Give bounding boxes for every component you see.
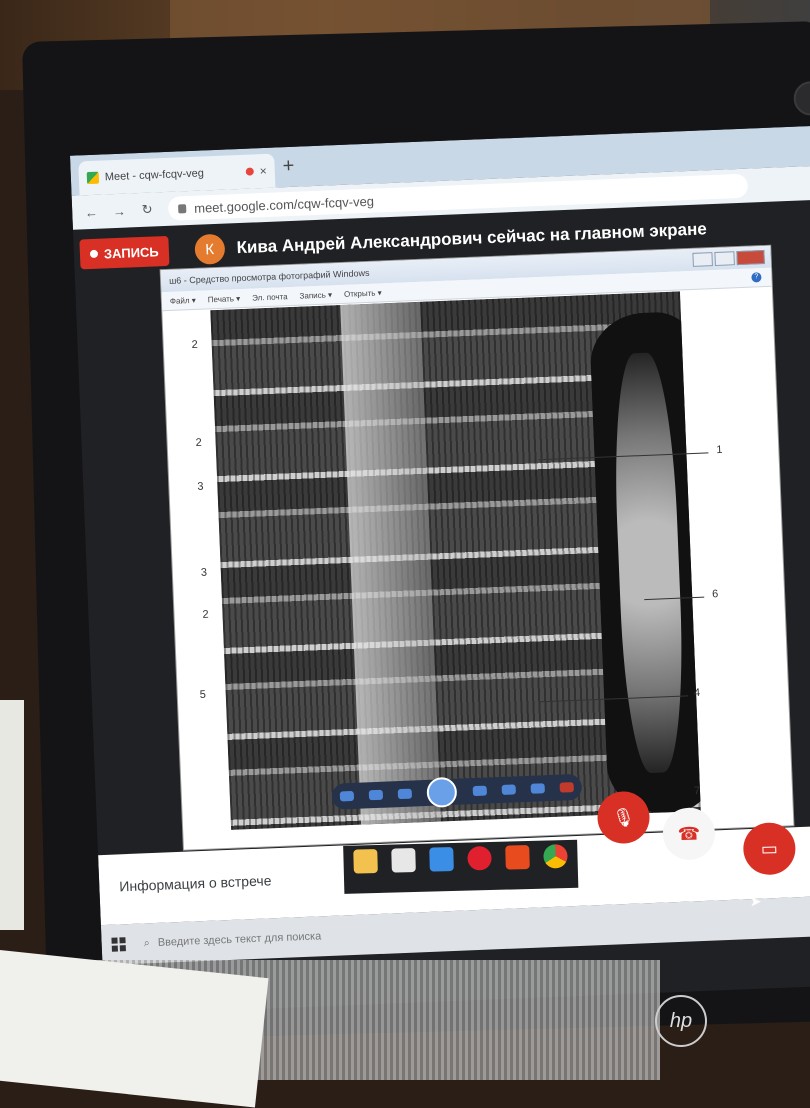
label-1: 1 xyxy=(716,443,723,457)
hp-logo: hp xyxy=(655,995,707,1047)
meet-icon xyxy=(86,171,100,185)
delete-icon[interactable] xyxy=(559,782,575,793)
phone-icon: ☎ xyxy=(677,823,701,844)
laptop-bezel: Meet - cqw-fcqv-veg × + ← → ↻ meet.googl… xyxy=(22,21,810,1042)
tab-close-icon[interactable]: × xyxy=(259,164,267,178)
new-tab-button[interactable]: + xyxy=(282,155,295,178)
recording-dot-icon xyxy=(245,167,254,176)
rotate-right-icon[interactable] xyxy=(530,783,546,794)
back-icon[interactable]: ← xyxy=(82,204,101,220)
store-icon[interactable] xyxy=(391,847,416,873)
label-3b: 3 xyxy=(200,566,208,579)
lock-icon xyxy=(178,203,187,213)
avatar: К xyxy=(194,233,226,265)
label-2b: 2 xyxy=(195,436,202,449)
office-icon[interactable] xyxy=(505,844,530,870)
paper-sheet-bottom xyxy=(0,950,269,1108)
mail-icon[interactable] xyxy=(429,846,454,872)
minimize-icon[interactable] xyxy=(692,252,713,267)
rotate-left-icon[interactable] xyxy=(501,784,516,795)
menu-email[interactable]: Эл. почта xyxy=(252,292,288,302)
chrome-icon[interactable] xyxy=(543,844,568,869)
menu-open[interactable]: Открыть ▾ xyxy=(344,288,382,299)
search-icon: ⌕ xyxy=(143,936,151,949)
taskbar-apps xyxy=(343,839,579,894)
label-2a: 2 xyxy=(191,338,199,352)
menu-burn[interactable]: Запись ▾ xyxy=(299,290,332,300)
menu-file[interactable]: Файл ▾ xyxy=(170,295,196,305)
label-3a: 3 xyxy=(197,480,204,493)
maximize-icon[interactable] xyxy=(714,251,735,266)
label-7: 7 xyxy=(693,785,701,798)
camera-off-icon: ▭ xyxy=(760,837,779,859)
tab-title: Meet - cqw-fcqv-veg xyxy=(104,167,205,184)
close-icon[interactable] xyxy=(736,249,765,266)
next-icon[interactable] xyxy=(472,785,487,797)
reload-icon[interactable]: ↻ xyxy=(138,201,157,218)
menu-print[interactable]: Печать ▾ xyxy=(208,294,241,304)
meeting-info-label: Информация о встрече xyxy=(119,872,272,895)
webcam xyxy=(793,80,810,116)
record-dot-icon xyxy=(89,249,99,259)
previous-icon[interactable] xyxy=(397,788,413,800)
record-label: ЗАПИСЬ xyxy=(103,243,159,261)
url-text: meet.google.com/cqw-fcqv-veg xyxy=(193,193,375,216)
record-badge[interactable]: ЗАПИСЬ xyxy=(79,235,170,270)
zoom-icon[interactable] xyxy=(339,790,354,802)
label-6: 6 xyxy=(711,588,719,601)
search-placeholder: Введите здесь текст для поиска xyxy=(157,930,322,949)
fit-icon[interactable] xyxy=(368,789,383,801)
windows-start-icon[interactable] xyxy=(111,937,126,952)
label-4: 4 xyxy=(693,686,701,700)
help-icon[interactable]: ? xyxy=(751,272,762,283)
taskbar-search[interactable]: ⌕ Введите здесь текст для поиска xyxy=(143,930,321,950)
mouse-cursor-icon: ➤ xyxy=(749,892,762,910)
label-2c: 2 xyxy=(202,608,209,621)
mic-off-icon: 🎙 xyxy=(611,806,636,828)
viewer-title: ш6 - Средство просмотра фотографий Windo… xyxy=(168,267,370,286)
file-explorer-icon[interactable] xyxy=(353,848,378,874)
window-buttons xyxy=(692,249,765,267)
slideshow-icon[interactable] xyxy=(426,776,458,808)
forward-icon[interactable]: → xyxy=(110,203,129,219)
opera-icon[interactable] xyxy=(467,845,492,871)
paper-sheet-left xyxy=(0,700,24,930)
micrograph-image xyxy=(210,291,701,830)
label-5: 5 xyxy=(199,688,207,702)
photo-viewer-window: ш6 - Средство просмотра фотографий Windo… xyxy=(160,245,794,850)
